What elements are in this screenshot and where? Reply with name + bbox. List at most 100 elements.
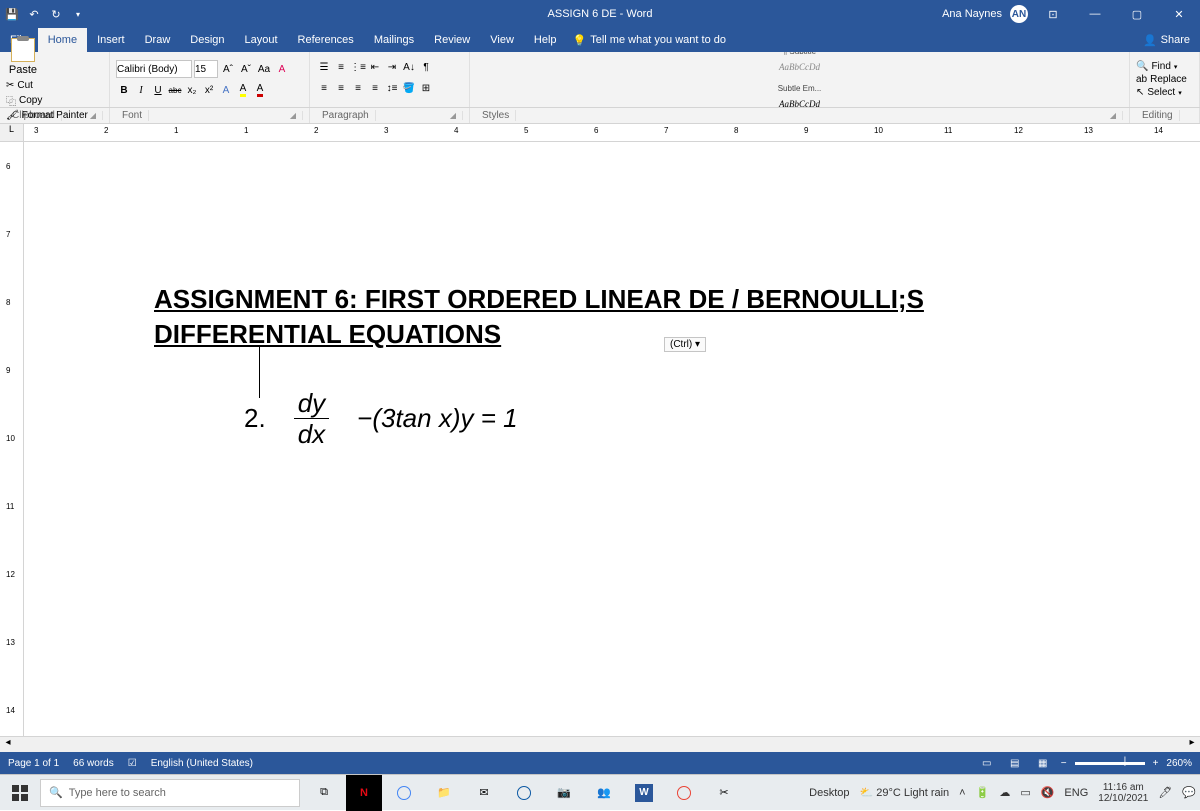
word-count[interactable]: 66 words [73, 758, 114, 769]
tab-references[interactable]: References [288, 28, 364, 52]
justify-button[interactable]: ≡ [367, 80, 383, 98]
underline-button[interactable]: U [150, 81, 166, 99]
qat-customise-icon[interactable]: ▾ [70, 6, 86, 22]
task-view-button[interactable]: ⧉ [306, 775, 342, 811]
styles-dialog-launcher[interactable]: ◢ [1104, 111, 1123, 120]
grow-font-button[interactable]: Aˆ [220, 60, 236, 78]
language-tray[interactable]: ENG [1064, 787, 1088, 799]
select-button[interactable]: ↖Select ▾ [1136, 86, 1193, 99]
minimize-button[interactable]: ― [1078, 0, 1112, 28]
multilevel-list-button[interactable]: ⋮≡ [350, 59, 366, 77]
numbering-button[interactable]: ≡ [333, 59, 349, 77]
start-button[interactable] [0, 775, 40, 811]
font-name-combo[interactable] [116, 60, 192, 78]
zoom-slider[interactable] [1075, 762, 1145, 765]
tab-draw[interactable]: Draw [135, 28, 181, 52]
taskbar-app-edge[interactable] [506, 775, 542, 811]
highlight-button[interactable]: A [235, 81, 251, 99]
language-indicator[interactable]: English (United States) [151, 758, 253, 769]
taskbar-app-snip[interactable]: ✂ [706, 775, 742, 811]
tab-design[interactable]: Design [180, 28, 234, 52]
bold-button[interactable]: B [116, 81, 132, 99]
weather-widget[interactable]: ⛅ 29°C Light rain [860, 786, 950, 799]
print-layout-button[interactable]: ▤ [1005, 755, 1025, 771]
network-icon[interactable]: ▭ [1020, 786, 1030, 799]
zoom-out-button[interactable]: − [1061, 758, 1067, 769]
borders-button[interactable]: ⊞ [418, 80, 434, 98]
tab-insert[interactable]: Insert [87, 28, 135, 52]
font-size-combo[interactable] [194, 60, 218, 78]
line-spacing-button[interactable]: ↕≡ [384, 80, 400, 98]
shrink-font-button[interactable]: Aˇ [238, 60, 254, 78]
font-dialog-launcher[interactable]: ◢ [284, 111, 303, 120]
qat-redo-icon[interactable]: ↻ [48, 6, 64, 22]
taskbar-app-camera[interactable]: 📷 [546, 775, 582, 811]
page-indicator[interactable]: Page 1 of 1 [8, 758, 59, 769]
horizontal-scrollbar[interactable]: ◂ ▸ [0, 736, 1200, 752]
document-canvas[interactable]: ASSIGNMENT 6: FIRST ORDERED LINEAR DE / … [24, 142, 1200, 736]
volume-icon[interactable]: 🔇 [1041, 786, 1055, 799]
superscript-button[interactable]: x² [201, 81, 217, 99]
scroll-right-arrow[interactable]: ▸ [1184, 737, 1200, 752]
italic-button[interactable]: I [133, 81, 149, 99]
clear-formatting-button[interactable]: A [274, 60, 290, 78]
paste-options-tag[interactable]: (Ctrl) ▾ [664, 337, 706, 352]
scroll-track[interactable] [16, 737, 1184, 752]
paste-button[interactable]: Paste [6, 38, 40, 76]
align-right-button[interactable]: ≡ [350, 80, 366, 98]
find-button[interactable]: 🔍Find ▾ [1136, 60, 1193, 73]
tab-review[interactable]: Review [424, 28, 480, 52]
close-button[interactable]: ✕ [1162, 0, 1196, 28]
scroll-left-arrow[interactable]: ◂ [0, 737, 16, 752]
tab-layout[interactable]: Layout [235, 28, 288, 52]
taskbar-app-mail[interactable]: ✉ [466, 775, 502, 811]
user-avatar[interactable]: AN [1010, 5, 1028, 23]
zoom-level[interactable]: 260% [1166, 758, 1192, 769]
taskbar-app-chrome-2[interactable] [666, 775, 702, 811]
show-hide-button[interactable]: ¶ [418, 59, 434, 77]
decrease-indent-button[interactable]: ⇤ [367, 59, 383, 77]
battery-icon[interactable]: 🔋 [976, 786, 990, 799]
taskbar-app-explorer[interactable]: 📁 [426, 775, 462, 811]
inking-icon[interactable]: 🖊 [1158, 786, 1172, 799]
tab-help[interactable]: Help [524, 28, 567, 52]
strikethrough-button[interactable]: abc [167, 81, 183, 99]
style-subtle-em---[interactable]: AaBbCcDdSubtle Em... [775, 59, 825, 96]
ribbon-display-options-icon[interactable]: ⊡ [1036, 0, 1070, 28]
share-button[interactable]: 👤 Share [1143, 28, 1200, 52]
action-center-icon[interactable]: 💬 [1182, 786, 1196, 799]
taskbar-app-people[interactable]: 👥 [586, 775, 622, 811]
shading-button[interactable]: 🪣 [401, 80, 417, 98]
horizontal-ruler[interactable]: 3211234567891011121314 [24, 124, 1200, 142]
align-left-button[interactable]: ≡ [316, 80, 332, 98]
taskbar-search[interactable]: 🔍 Type here to search [40, 779, 300, 807]
qat-save-icon[interactable]: 💾 [4, 6, 20, 22]
onedrive-icon[interactable]: ☁ [999, 786, 1010, 799]
vertical-ruler[interactable]: 67891011121314 [0, 142, 24, 736]
format-painter-button[interactable]: 🖌Format Painter [6, 110, 103, 121]
replace-button[interactable]: abReplace [1136, 73, 1193, 86]
tab-view[interactable]: View [480, 28, 524, 52]
taskbar-app-word[interactable]: W [626, 775, 662, 811]
web-layout-button[interactable]: ▦ [1033, 755, 1053, 771]
spellcheck-icon[interactable]: ☑ [128, 758, 137, 769]
align-center-button[interactable]: ≡ [333, 80, 349, 98]
subscript-button[interactable]: x₂ [184, 81, 200, 99]
taskbar-app-netflix[interactable]: N [346, 775, 382, 811]
taskbar-app-chrome[interactable] [386, 775, 422, 811]
cut-button[interactable]: ✂Cut [6, 80, 103, 91]
text-effects-button[interactable]: A [218, 81, 234, 99]
bullets-button[interactable]: ☰ [316, 59, 332, 77]
sort-button[interactable]: A↓ [401, 59, 417, 77]
zoom-in-button[interactable]: + [1153, 758, 1159, 769]
copy-button[interactable]: ⿻Copy [6, 93, 103, 108]
change-case-button[interactable]: Aa [256, 60, 272, 78]
font-color-button[interactable]: A [252, 81, 268, 99]
paragraph-dialog-launcher[interactable]: ◢ [444, 111, 463, 120]
tab-home[interactable]: Home [38, 28, 87, 52]
desktop-peek-label[interactable]: Desktop [809, 787, 849, 799]
tell-me-search[interactable]: 💡 Tell me what you want to do [573, 28, 726, 52]
tab-mailings[interactable]: Mailings [364, 28, 424, 52]
tray-chevron-icon[interactable]: ˄ [959, 787, 965, 799]
read-mode-button[interactable]: ▭ [977, 755, 997, 771]
